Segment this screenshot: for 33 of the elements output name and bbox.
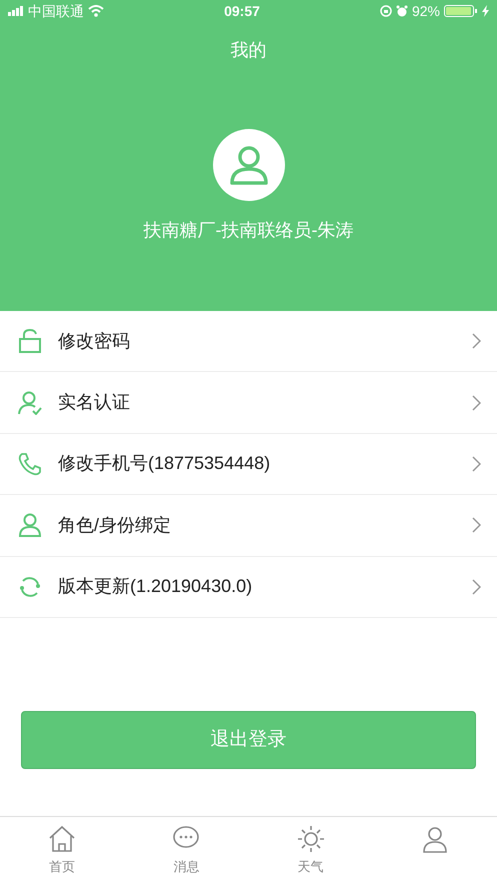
- rotation-lock-icon: [380, 5, 392, 17]
- chevron-right-icon: [472, 333, 481, 350]
- chevron-right-icon: [472, 456, 481, 472]
- lock-icon: [18, 329, 42, 354]
- alarm-icon: [396, 5, 408, 17]
- tab-item[interactable]: 首页: [0, 817, 124, 883]
- menu-item[interactable]: 实名认证: [0, 372, 497, 434]
- user-name: 扶南糖厂-扶南联络员-朱涛: [142, 219, 354, 242]
- charging-icon: [482, 5, 489, 17]
- carrier-name: 中国联通: [28, 2, 84, 20]
- menu-item[interactable]: 角色/身份绑定: [0, 495, 497, 557]
- chevron-right-icon: [472, 578, 481, 595]
- menu-item[interactable]: 修改手机号(18775354448): [0, 434, 497, 496]
- tab-item[interactable]: 天气: [248, 817, 373, 883]
- battery-percent: 92%: [412, 2, 440, 20]
- wifi-icon: [88, 5, 104, 17]
- chevron-right-icon: [472, 394, 481, 411]
- battery-icon: [444, 5, 478, 17]
- person-icon: [420, 825, 449, 853]
- home-icon: [48, 825, 76, 853]
- sun-icon: [296, 825, 325, 853]
- user-check-icon: [18, 390, 42, 415]
- menu-item[interactable]: 版本更新(1.20190430.0): [0, 556, 497, 618]
- person-icon: [228, 145, 268, 185]
- chevron-right-icon: [472, 517, 481, 534]
- signal-icon: [8, 6, 24, 16]
- page-title: 我的: [230, 39, 268, 62]
- phone-icon: [18, 452, 42, 476]
- person-icon: [18, 513, 42, 538]
- status-time: 09:57: [224, 2, 260, 20]
- menu-item[interactable]: 修改密码: [0, 311, 497, 372]
- tab-item[interactable]: 消息: [124, 817, 248, 883]
- refresh-icon: [18, 574, 42, 599]
